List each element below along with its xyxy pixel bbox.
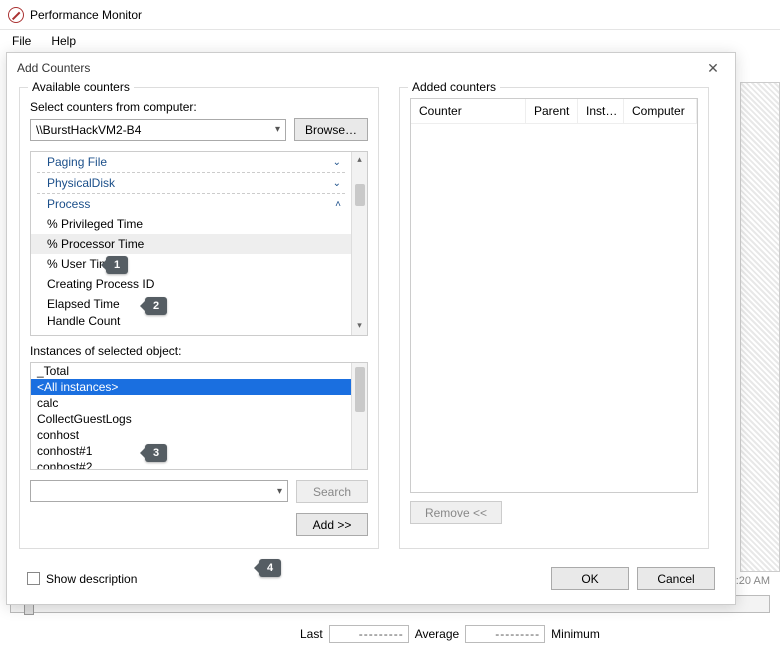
counter-item[interactable]: Elapsed Time: [31, 294, 351, 314]
counter-tree-inner[interactable]: Paging File ⌄ PhysicalDisk ⌄ Process ˄: [31, 152, 351, 335]
counter-label: Elapsed Time: [47, 297, 120, 311]
counter-tree[interactable]: Paging File ⌄ PhysicalDisk ⌄ Process ˄: [30, 151, 368, 336]
chevron-up-icon: ˄: [335, 199, 341, 210]
remove-button[interactable]: Remove <<: [410, 501, 502, 524]
counter-item[interactable]: % User Time: [31, 254, 351, 274]
close-icon[interactable]: ✕: [701, 56, 725, 80]
available-counters-group: Available counters Select counters from …: [19, 87, 379, 549]
instances-label: Instances of selected object:: [30, 344, 368, 358]
ok-button[interactable]: OK: [551, 567, 629, 590]
app-title: Performance Monitor: [30, 8, 142, 22]
scroll-up-icon[interactable]: ▴: [357, 152, 362, 167]
menu-file[interactable]: File: [4, 32, 39, 50]
last-value: ---------: [329, 625, 409, 643]
computer-dropdown[interactable]: \\BurstHackVM2-B4 ▾: [30, 119, 286, 141]
counter-item[interactable]: Creating Process ID: [31, 274, 351, 294]
category-label: Paging File: [47, 155, 107, 169]
added-legend: Added counters: [408, 80, 500, 94]
show-description-label: Show description: [46, 572, 137, 586]
added-counters-group: Added counters Counter Parent Inst… Comp…: [399, 87, 709, 549]
chart-area-edge: [740, 82, 780, 572]
show-description-checkbox[interactable]: [27, 572, 40, 585]
chevron-down-icon: ▾: [275, 124, 280, 135]
step-badge-3: 3: [145, 444, 167, 462]
menubar: File Help: [0, 30, 780, 52]
instance-search-input[interactable]: ▾: [30, 480, 288, 502]
dialog-titlebar: Add Counters ✕: [7, 53, 735, 83]
counter-item[interactable]: % Privileged Time: [31, 214, 351, 234]
category-physicaldisk[interactable]: PhysicalDisk ⌄: [31, 173, 351, 193]
last-label: Last: [300, 627, 323, 641]
added-table-header: Counter Parent Inst… Computer: [411, 99, 697, 124]
main-window: Performance Monitor File Help 2:23:12 AM…: [0, 0, 780, 652]
instance-item[interactable]: CollectGuestLogs: [31, 411, 351, 427]
vertical-scrollbar[interactable]: [351, 363, 367, 469]
counter-label: Creating Process ID: [47, 277, 154, 291]
col-inst[interactable]: Inst…: [578, 99, 624, 123]
category-paging-file[interactable]: Paging File ⌄: [31, 152, 351, 172]
cancel-button[interactable]: Cancel: [637, 567, 715, 590]
select-from-computer-label: Select counters from computer:: [30, 100, 368, 114]
add-counters-dialog: Add Counters ✕ Available counters Select…: [6, 52, 736, 605]
category-process[interactable]: Process ˄: [31, 194, 351, 214]
vertical-scrollbar[interactable]: ▴ ▾: [351, 152, 367, 335]
instance-item[interactable]: conhost#1: [31, 443, 351, 459]
step-badge-1: 1: [106, 256, 128, 274]
available-legend: Available counters: [28, 80, 134, 94]
counter-label: Handle Count: [47, 314, 120, 328]
col-computer[interactable]: Computer: [624, 99, 697, 123]
instance-item[interactable]: calc: [31, 395, 351, 411]
instances-list[interactable]: _Total <All instances> calc CollectGuest…: [30, 362, 368, 470]
instance-item[interactable]: conhost: [31, 427, 351, 443]
counter-label: % Privileged Time: [47, 217, 143, 231]
menu-help[interactable]: Help: [43, 32, 84, 50]
chevron-down-icon: ⌄: [333, 178, 341, 189]
instance-item[interactable]: _Total: [31, 363, 351, 379]
scroll-thumb[interactable]: [355, 367, 365, 412]
instance-item-all[interactable]: <All instances>: [31, 379, 351, 395]
add-button[interactable]: Add >>: [296, 513, 368, 536]
scroll-thumb[interactable]: [355, 184, 365, 206]
instance-item[interactable]: conhost#2: [31, 459, 351, 470]
category-label: Process: [47, 197, 90, 211]
scroll-down-icon[interactable]: ▾: [357, 318, 362, 333]
dialog-footer: Show description OK Cancel: [7, 559, 735, 604]
avg-label: Average: [415, 627, 459, 641]
min-label: Minimum: [551, 627, 600, 641]
stats-row: Last --------- Average --------- Minimum: [300, 625, 780, 643]
browse-button[interactable]: Browse…: [294, 118, 368, 141]
counter-item[interactable]: Handle Count: [31, 314, 351, 328]
titlebar: Performance Monitor: [0, 0, 780, 30]
avg-value: ---------: [465, 625, 545, 643]
computer-value: \\BurstHackVM2-B4: [36, 123, 141, 137]
dialog-title: Add Counters: [17, 61, 90, 75]
col-parent[interactable]: Parent: [526, 99, 578, 123]
added-table[interactable]: Counter Parent Inst… Computer: [410, 98, 698, 493]
counter-label: % Processor Time: [47, 237, 144, 251]
step-badge-4: 4: [259, 559, 281, 577]
search-button[interactable]: Search: [296, 480, 368, 503]
counter-item-processor-time[interactable]: % Processor Time: [31, 234, 351, 254]
chevron-down-icon: ▾: [277, 486, 282, 497]
app-icon: [8, 7, 24, 23]
chevron-down-icon: ⌄: [333, 157, 341, 168]
col-counter[interactable]: Counter: [411, 99, 526, 123]
category-label: PhysicalDisk: [47, 176, 115, 190]
step-badge-2: 2: [145, 297, 167, 315]
